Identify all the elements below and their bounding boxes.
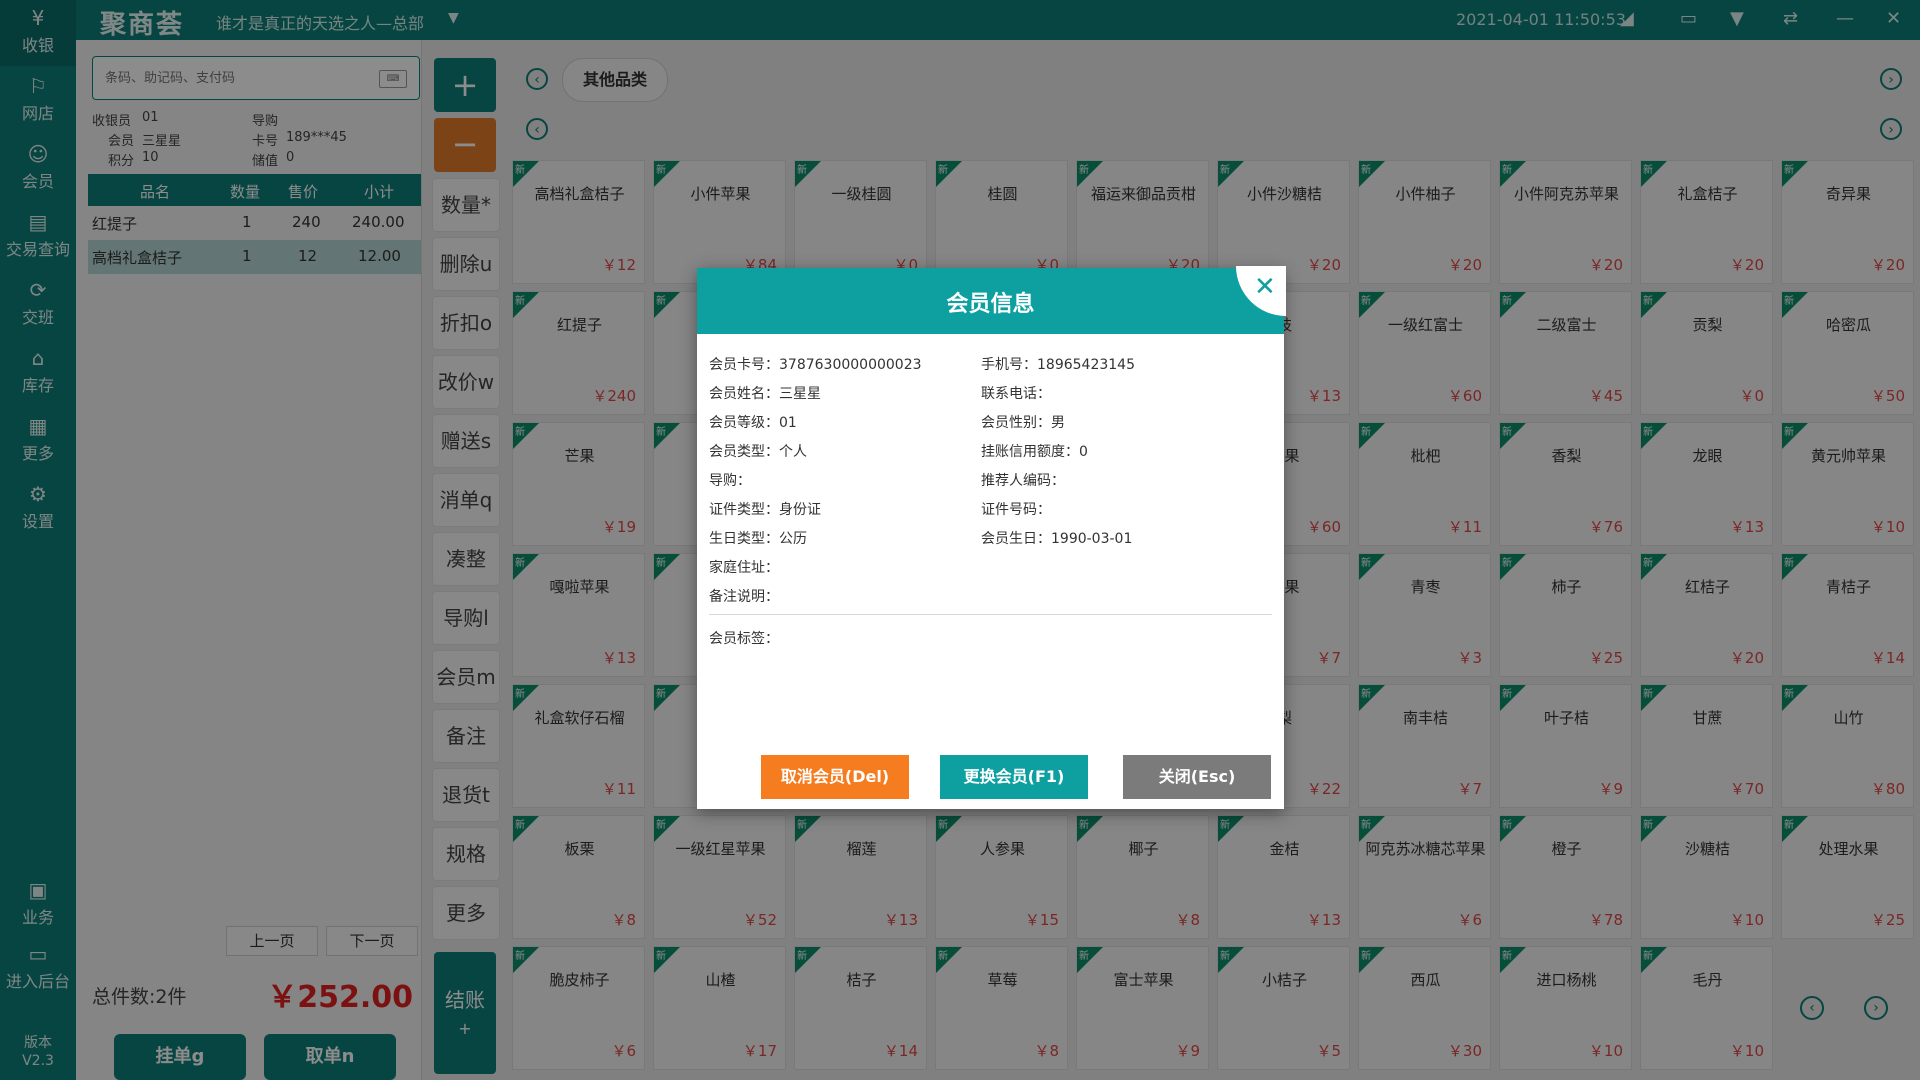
field-label: 联系电话：: [981, 386, 1051, 402]
id-type-field: 证件类型：身份证: [709, 499, 821, 519]
field-value: 公历: [779, 531, 807, 547]
field-label: 会员等级：: [709, 415, 779, 431]
birthday-field: 会员生日：1990-03-01: [981, 528, 1132, 548]
credit-field: 挂账信用额度：0: [981, 441, 1088, 461]
referrer-field: 推荐人编码：: [981, 470, 1065, 490]
tags-label: 会员标签：: [709, 631, 779, 647]
field-value: 男: [1051, 415, 1065, 431]
address-field: 家庭住址：: [709, 557, 779, 577]
field-label: 手机号：: [981, 357, 1037, 373]
field-value: 3787630000000023: [779, 357, 922, 373]
field-label: 会员性别：: [981, 415, 1051, 431]
dialog-title: 会员信息: [946, 292, 1035, 317]
dialog-header: 会员信息 ✕: [697, 266, 1286, 334]
field-label: 挂账信用额度：: [981, 444, 1079, 460]
field-value: 三星星: [779, 386, 821, 402]
guide-field: 导购：: [709, 470, 751, 490]
field-label: 会员类型：: [709, 444, 779, 460]
field-label: 证件类型：: [709, 502, 779, 518]
field-label: 会员姓名：: [709, 386, 779, 402]
name-field: 会员姓名：三星星: [709, 383, 821, 403]
field-value: 18965423145: [1037, 357, 1135, 373]
field-label: 会员生日：: [981, 531, 1051, 547]
cancel-member-button[interactable]: 取消会员(Del): [761, 755, 909, 799]
field-value: 0: [1079, 444, 1088, 460]
field-label: 导购：: [709, 473, 751, 489]
level-field: 会员等级：01: [709, 412, 797, 432]
phone-field: 手机号：18965423145: [981, 354, 1135, 374]
close-dialog-button[interactable]: 关闭(Esc): [1123, 755, 1271, 799]
field-value: 1990-03-01: [1051, 531, 1133, 547]
field-value: 身份证: [779, 502, 821, 518]
dialog-divider: [709, 614, 1272, 615]
field-label: 生日类型：: [709, 531, 779, 547]
field-label: 家庭住址：: [709, 560, 779, 576]
type-field: 会员类型：个人: [709, 441, 807, 461]
birth-type-field: 生日类型：公历: [709, 528, 807, 548]
change-member-button[interactable]: 更换会员(F1): [940, 755, 1088, 799]
id-no-field: 证件号码：: [981, 499, 1051, 519]
member-info-dialog: 会员信息 ✕ 会员卡号：3787630000000023 手机号：1896542…: [697, 266, 1286, 809]
field-value: 个人: [779, 444, 807, 460]
contact-field: 联系电话：: [981, 383, 1051, 403]
field-label: 会员卡号：: [709, 357, 779, 373]
field-label: 备注说明：: [709, 589, 779, 605]
close-icon: ✕: [1254, 272, 1276, 302]
field-label: 推荐人编码：: [981, 473, 1065, 489]
card-no-field: 会员卡号：3787630000000023: [709, 354, 922, 374]
field-label: 证件号码：: [981, 502, 1051, 518]
remark-field: 备注说明：: [709, 586, 779, 606]
gender-field: 会员性别：男: [981, 412, 1065, 432]
field-value: 01: [779, 415, 797, 431]
